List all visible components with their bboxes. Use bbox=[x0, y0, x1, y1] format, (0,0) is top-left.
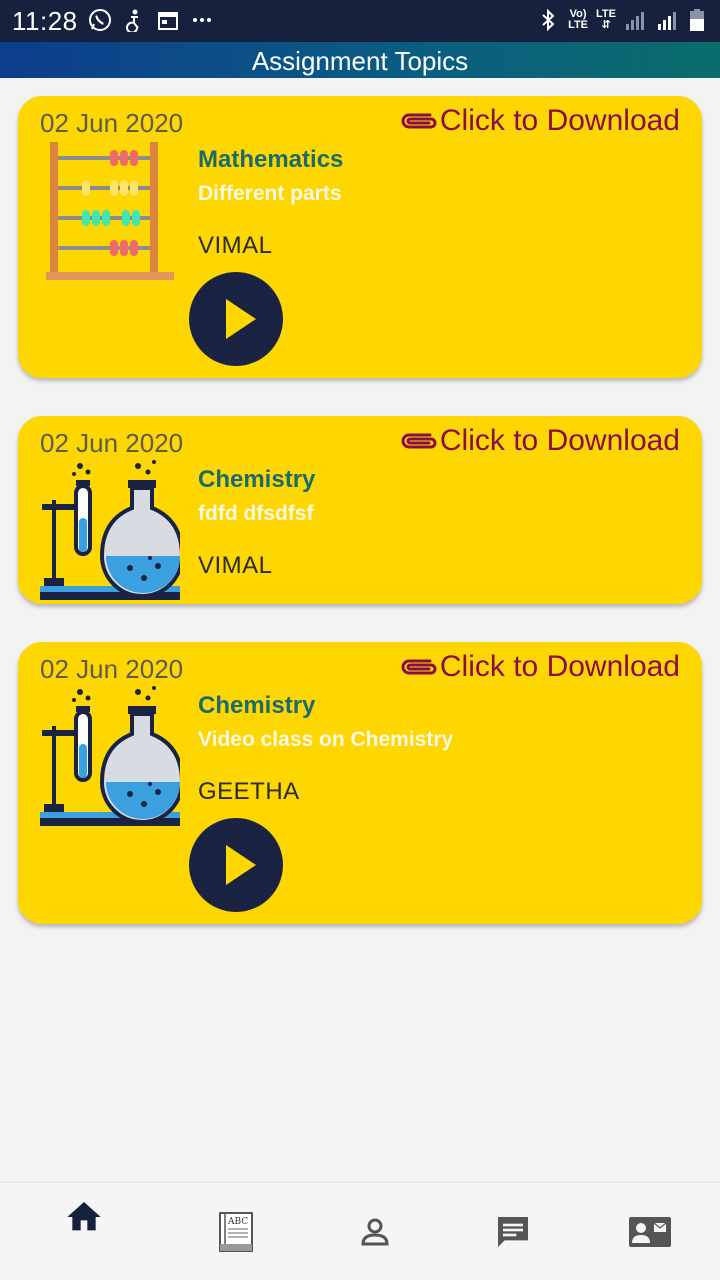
chemistry-lab-icon bbox=[40, 686, 185, 826]
download-label: Click to Download bbox=[439, 104, 680, 137]
bluetooth-icon bbox=[536, 8, 560, 32]
paperclip-icon bbox=[401, 659, 437, 675]
more-notifications-icon bbox=[190, 8, 214, 32]
battery-icon bbox=[688, 8, 712, 32]
assignment-date: 02 Jun 2020 bbox=[40, 654, 184, 684]
volte-bottom-label: LTE bbox=[568, 19, 589, 31]
assignment-date: 02 Jun 2020 bbox=[40, 428, 184, 458]
nav-study-material[interactable]: ABC bbox=[164, 1183, 308, 1280]
signal-icon bbox=[624, 8, 648, 32]
download-label: Click to Download bbox=[439, 650, 680, 683]
assignment-card[interactable]: 02 Jun 2020 Click to Download Chemistry … bbox=[18, 416, 702, 604]
subject-label: Chemistry bbox=[198, 466, 316, 493]
teacher-name: VIMAL bbox=[198, 232, 273, 259]
status-bar: 11:28 Vo) LTE LTE ⇵ bbox=[0, 0, 720, 42]
calendar-icon bbox=[156, 8, 180, 32]
assignment-date: 02 Jun 2020 bbox=[40, 108, 184, 138]
home-icon bbox=[67, 1202, 101, 1231]
assignment-card[interactable]: 02 Jun 2020 Click to Download Mathematic… bbox=[18, 96, 702, 378]
page-title: Assignment Topics bbox=[0, 42, 720, 78]
system-icons: Vo) LTE LTE ⇵ bbox=[536, 8, 712, 32]
download-link[interactable]: Click to Download bbox=[400, 104, 680, 138]
subject-label: Chemistry bbox=[198, 692, 316, 719]
topic-label: Different parts bbox=[198, 182, 342, 205]
nav-messages[interactable] bbox=[441, 1183, 585, 1280]
bottom-nav: ABC bbox=[0, 1182, 720, 1280]
abacus-icon bbox=[40, 138, 180, 280]
book-abc-text: ABC bbox=[227, 1217, 248, 1227]
teacher-name: GEETHA bbox=[198, 778, 300, 805]
subject-label: Mathematics bbox=[198, 146, 344, 173]
status-time: 11:28 bbox=[12, 6, 78, 36]
data-arrows-icon: ⇵ bbox=[601, 19, 611, 31]
paperclip-icon bbox=[401, 433, 437, 449]
play-video-button[interactable] bbox=[189, 272, 283, 366]
paperclip-icon bbox=[401, 113, 437, 129]
contact-card-icon bbox=[629, 1217, 671, 1247]
message-icon bbox=[498, 1217, 528, 1247]
nav-profile[interactable] bbox=[303, 1183, 447, 1280]
topic-label: Video class on Chemistry bbox=[198, 728, 454, 751]
chemistry-lab-icon bbox=[40, 460, 185, 600]
topic-label: fdfd dfsdfsf bbox=[198, 502, 314, 525]
lte-indicator: LTE ⇵ bbox=[596, 9, 616, 31]
download-link[interactable]: Click to Download bbox=[400, 424, 680, 458]
notification-icons bbox=[88, 8, 214, 34]
book-abc-icon: ABC bbox=[219, 1212, 253, 1252]
whatsapp-icon bbox=[88, 8, 112, 32]
nav-contact[interactable] bbox=[578, 1183, 720, 1280]
download-label: Click to Download bbox=[439, 424, 680, 457]
accessibility-icon bbox=[122, 8, 146, 34]
assignment-card[interactable]: 02 Jun 2020 Click to Download Chemistry … bbox=[18, 642, 702, 924]
nav-home[interactable] bbox=[12, 1183, 156, 1280]
download-link[interactable]: Click to Download bbox=[400, 650, 680, 684]
teacher-name: VIMAL bbox=[198, 552, 273, 579]
volte-indicator: Vo) LTE bbox=[568, 9, 588, 31]
signal-icon-2 bbox=[656, 8, 680, 32]
play-video-button[interactable] bbox=[189, 818, 283, 912]
profile-icon bbox=[361, 1218, 389, 1246]
